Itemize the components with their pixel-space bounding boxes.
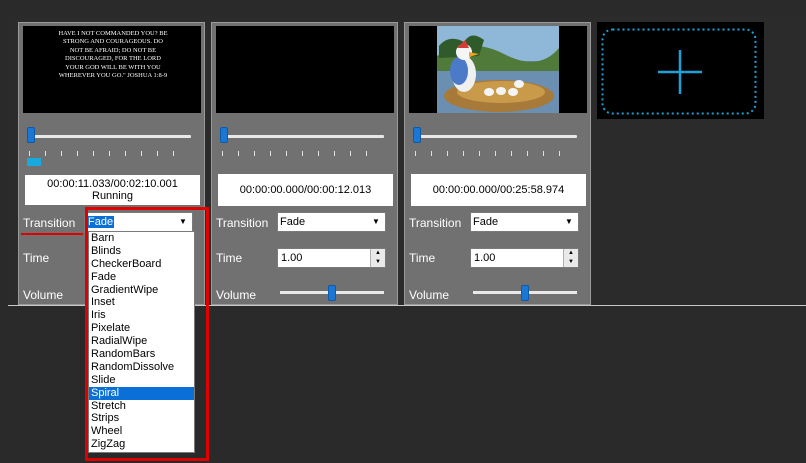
seek-handle-3[interactable] bbox=[413, 127, 421, 143]
time-stepper-2[interactable]: 1.00 ▲ ▼ bbox=[277, 248, 386, 268]
time-display-2: 00:00:00.000/00:00:12.013 bbox=[218, 174, 393, 206]
seek-handle-1[interactable] bbox=[27, 127, 35, 143]
transition-label-1: Transition bbox=[23, 216, 76, 230]
volume-label-2: Volume bbox=[216, 288, 257, 302]
volume-handle-3[interactable] bbox=[521, 285, 529, 301]
seek-ticks-2 bbox=[222, 151, 382, 156]
chevron-down-icon[interactable]: ▼ bbox=[369, 214, 383, 230]
plus-icon bbox=[601, 28, 757, 115]
seek-ticks-3 bbox=[415, 151, 575, 156]
highlight-box bbox=[85, 207, 209, 461]
clip-panel-2: 00:00:00.000/00:00:12.013 Transition Fad… bbox=[211, 22, 398, 305]
verse-text: HAVE I NOT COMMANDED YOU? BE STRONG AND … bbox=[58, 30, 168, 80]
time-display-3: 00:00:00.000/00:25:58.974 bbox=[411, 174, 586, 206]
transition-select-3[interactable]: Fade ▼ bbox=[470, 212, 579, 232]
status-text-1: Running bbox=[92, 190, 133, 202]
time-label-3: Time bbox=[409, 251, 436, 265]
clip-thumbnail-2[interactable] bbox=[216, 26, 394, 113]
time-readout-1: 00:00:11.033/00:02:10.001 bbox=[47, 178, 178, 190]
time-value-3: 1.00 bbox=[474, 252, 496, 264]
spin-down-icon[interactable]: ▼ bbox=[371, 258, 385, 267]
spin-down-icon[interactable]: ▼ bbox=[564, 258, 578, 267]
seek-handle-2[interactable] bbox=[220, 127, 228, 143]
transition-select-2[interactable]: Fade ▼ bbox=[277, 212, 386, 232]
cartoon-duck-image bbox=[437, 26, 559, 113]
add-clip-button[interactable] bbox=[597, 22, 764, 119]
spin-up-icon[interactable]: ▲ bbox=[564, 249, 578, 258]
clip-thumbnail-3[interactable] bbox=[409, 26, 587, 113]
seek-track-2[interactable] bbox=[220, 135, 384, 138]
volume-label-1: Volume bbox=[23, 288, 64, 302]
volume-handle-2[interactable] bbox=[328, 285, 336, 301]
transition-label-2: Transition bbox=[216, 216, 269, 230]
transition-value-3: Fade bbox=[473, 216, 499, 228]
time-label-2: Time bbox=[216, 251, 243, 265]
seek-track-3[interactable] bbox=[413, 135, 577, 138]
transition-value-2: Fade bbox=[280, 216, 306, 228]
transition-label-3: Transition bbox=[409, 216, 462, 230]
clip-panel-3: 00:00:00.000/00:25:58.974 Transition Fad… bbox=[404, 22, 591, 305]
chevron-down-icon[interactable]: ▼ bbox=[562, 214, 576, 230]
time-label-1: Time bbox=[23, 251, 50, 265]
seek-track-1[interactable] bbox=[27, 135, 191, 138]
playing-indicator bbox=[27, 158, 41, 166]
time-display-1: 00:00:11.033/00:02:10.001 Running bbox=[25, 175, 200, 205]
time-value-2: 1.00 bbox=[281, 252, 303, 264]
seek-ticks-1 bbox=[29, 151, 189, 156]
volume-label-3: Volume bbox=[409, 288, 450, 302]
spin-up-icon[interactable]: ▲ bbox=[371, 249, 385, 258]
time-stepper-3[interactable]: 1.00 ▲ ▼ bbox=[470, 248, 579, 268]
clip-thumbnail-1[interactable]: HAVE I NOT COMMANDED YOU? BE STRONG AND … bbox=[23, 26, 201, 113]
transition-underline bbox=[21, 233, 83, 235]
